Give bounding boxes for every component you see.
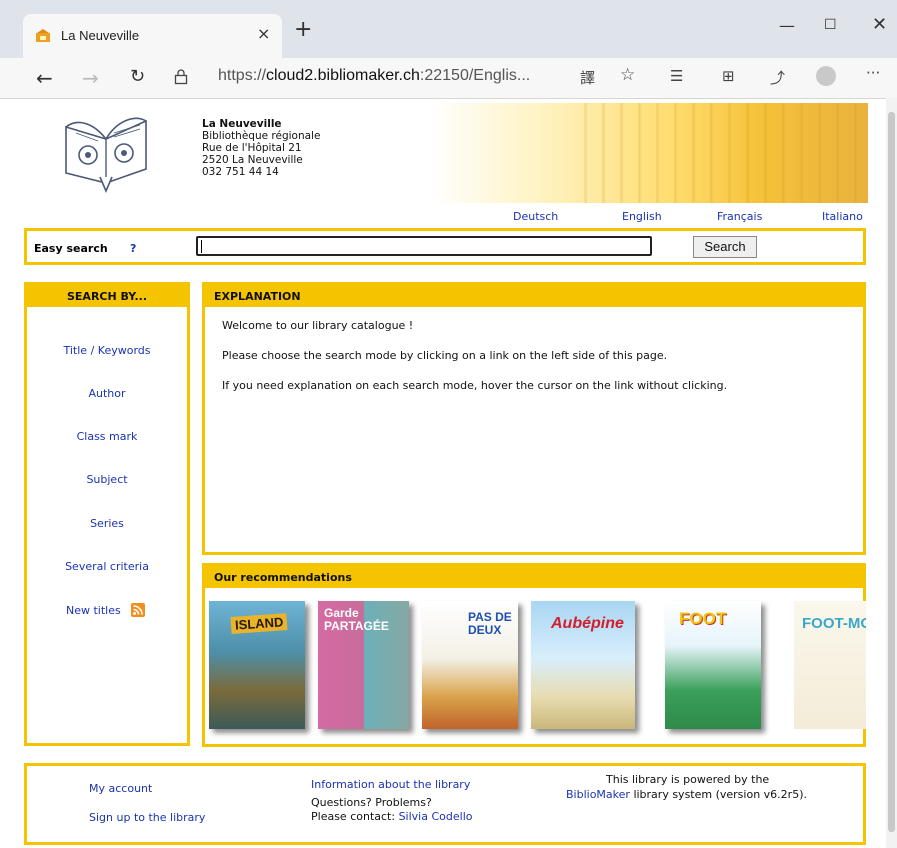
back-icon[interactable]: ← xyxy=(36,66,53,90)
book-cover-aubepine[interactable]: Aubépine xyxy=(531,601,635,729)
collections-icon[interactable]: ⊞ xyxy=(722,67,735,85)
browser-tab[interactable]: La Neuveville × xyxy=(23,14,282,58)
explanation-header: EXPLANATION xyxy=(205,285,863,307)
sidebar-item-several-criteria[interactable]: Several criteria xyxy=(26,560,188,573)
book-cover-pas-de-deux[interactable]: PAS DE DEUX xyxy=(422,601,518,729)
explanation-title: EXPLANATION xyxy=(214,290,301,303)
library-page: La Neuveville Bibliothèque régionale Rue… xyxy=(0,99,886,848)
lang-link-francais[interactable]: Français xyxy=(717,210,762,223)
library-city: 2520 La Neuveville xyxy=(202,154,303,166)
sidebar-item-series[interactable]: Series xyxy=(26,517,188,530)
sidebar-item-class-mark[interactable]: Class mark xyxy=(26,430,188,443)
search-by-header: SEARCH BY... xyxy=(27,285,187,307)
close-tab-icon[interactable]: × xyxy=(257,24,270,43)
my-account-link[interactable]: My account xyxy=(89,782,152,795)
library-name: La Neuveville xyxy=(202,118,282,130)
refresh-icon[interactable]: ↻ xyxy=(130,66,145,87)
signup-link[interactable]: Sign up to the library xyxy=(89,811,205,824)
library-street: Rue de l'Hôpital 21 xyxy=(202,142,302,154)
sidebar-item-subject[interactable]: Subject xyxy=(26,473,188,486)
search-button[interactable]: Search xyxy=(693,236,757,258)
explanation-hover-hint: If you need explanation on each search m… xyxy=(222,379,728,392)
library-favicon-icon xyxy=(36,29,50,42)
search-by-title: SEARCH BY... xyxy=(67,290,147,303)
explanation-welcome: Welcome to our library catalogue ! xyxy=(222,319,414,332)
search-help-link[interactable]: ? xyxy=(130,242,136,255)
lock-icon xyxy=(174,69,188,85)
contact-name-link[interactable]: Silvia Codello xyxy=(399,810,473,823)
translate-icon[interactable]: 譯 xyxy=(580,67,595,88)
lang-link-english[interactable]: English xyxy=(622,210,662,223)
powered-by-line: BiblioMaker library system (version v6.2… xyxy=(566,788,807,801)
book-cover-garde-partagee[interactable]: Garde PARTAGÉE xyxy=(318,601,409,729)
share-icon[interactable]: ⤴ xyxy=(770,67,785,88)
library-phone: 032 751 44 14 xyxy=(202,166,279,178)
book-cover-foot[interactable]: FOOT xyxy=(665,601,761,729)
library-address: La Neuveville Bibliothèque régionale Rue… xyxy=(202,118,320,178)
contact-prefix: Please contact: xyxy=(311,810,396,823)
tab-title: La Neuveville xyxy=(61,28,140,43)
minimize-icon[interactable]: — xyxy=(779,16,795,35)
scrollbar-thumb[interactable] xyxy=(888,112,895,832)
recommendations-header: Our recommendations xyxy=(205,566,863,588)
sidebar-item-new-titles[interactable]: New titles xyxy=(66,604,121,617)
favorite-star-icon[interactable]: ☆ xyxy=(620,65,635,85)
sidebar-item-title-keywords[interactable]: Title / Keywords xyxy=(26,344,188,357)
library-subtitle: Bibliothèque régionale xyxy=(202,130,321,142)
maximize-icon[interactable]: ☐ xyxy=(824,17,837,33)
easy-search-label: Easy search xyxy=(34,242,108,255)
browser-tab-bar: La Neuveville × + — ☐ ✕ xyxy=(0,0,897,58)
favorites-list-icon[interactable]: ☰ xyxy=(670,67,683,85)
browser-toolbar: ← → ↻ https://cloud2.bibliomaker.ch:2215… xyxy=(0,58,897,99)
lang-link-italiano[interactable]: Italiano xyxy=(822,210,863,223)
book-cover-island[interactable]: ISLAND xyxy=(209,601,305,729)
lang-link-deutsch[interactable]: Deutsch xyxy=(513,210,558,223)
bookshelf-image xyxy=(570,103,868,203)
bibliomaker-link[interactable]: BiblioMaker xyxy=(566,788,630,801)
recommendations-title: Our recommendations xyxy=(214,571,352,584)
powered-by-text: This library is powered by the xyxy=(606,773,770,786)
more-menu-icon[interactable]: ··· xyxy=(866,64,880,82)
rss-feed-icon[interactable] xyxy=(131,603,145,617)
sidebar-item-author[interactable]: Author xyxy=(26,387,188,400)
explanation-instructions: Please choose the search mode by clickin… xyxy=(222,349,668,362)
contact-line: Please contact: Silvia Codello xyxy=(311,810,472,823)
questions-text: Questions? Problems? xyxy=(311,796,432,809)
close-window-icon[interactable]: ✕ xyxy=(872,14,887,35)
forward-icon[interactable]: → xyxy=(82,66,99,90)
version-text: library system (version v6.2r5). xyxy=(633,788,807,801)
url-text: https://cloud2.bibliomaker.ch:22150/Engl… xyxy=(218,67,531,84)
new-tab-icon[interactable]: + xyxy=(294,19,312,41)
profile-avatar-icon[interactable] xyxy=(816,66,836,86)
address-bar[interactable]: https://cloud2.bibliomaker.ch:22150/Engl… xyxy=(164,62,644,92)
book-cover-foot-mo[interactable]: FOOT-MO xyxy=(794,601,866,729)
library-owl-logo-icon xyxy=(65,117,147,193)
library-info-link[interactable]: Information about the library xyxy=(311,778,470,791)
text-cursor xyxy=(201,240,202,253)
easy-search-input[interactable] xyxy=(196,236,652,256)
